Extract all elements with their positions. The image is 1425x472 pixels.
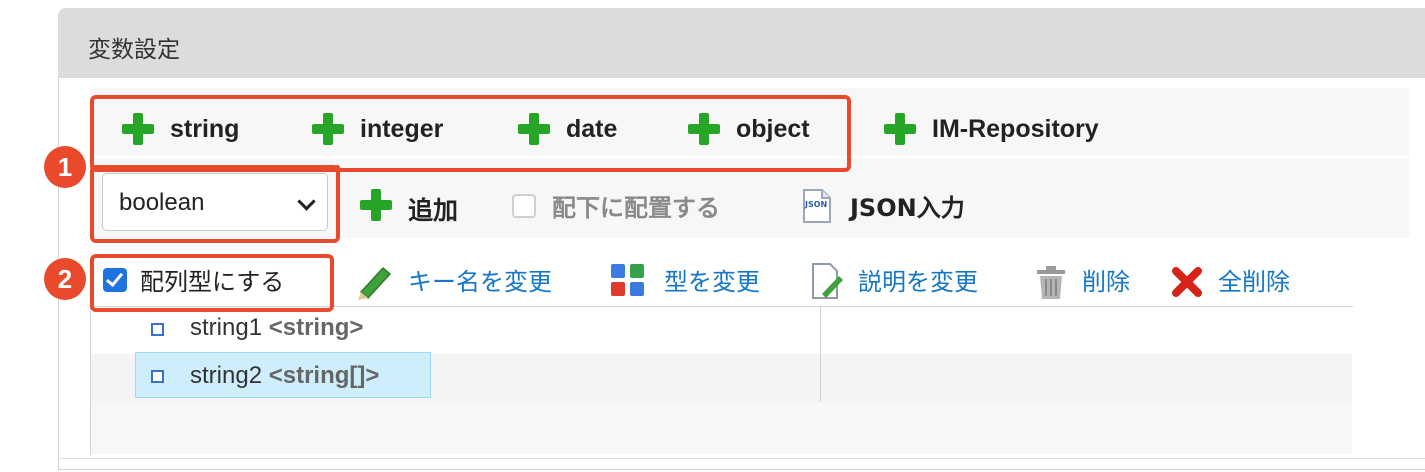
panel-bottom-border bbox=[58, 458, 1425, 459]
tree-node-icon bbox=[151, 323, 164, 336]
callout-joint bbox=[335, 165, 340, 171]
tree-node-type: <string> bbox=[268, 314, 364, 341]
plus-icon bbox=[884, 113, 916, 145]
delete-button[interactable]: 削除 bbox=[1082, 262, 1130, 297]
callout-number-2: 2 bbox=[44, 258, 86, 300]
place-under-checkbox[interactable] bbox=[512, 194, 536, 218]
callout-box-2 bbox=[90, 254, 334, 312]
change-type-icon bbox=[611, 264, 644, 296]
json-icon-text: JSON bbox=[804, 200, 827, 209]
add-label: 追加 bbox=[408, 196, 459, 225]
place-under-label: 配下に配置する bbox=[552, 194, 720, 222]
add-im-repository-label: IM-Repository bbox=[932, 115, 1099, 143]
edit-document-icon bbox=[812, 263, 843, 299]
close-icon bbox=[1172, 267, 1202, 297]
pencil-icon bbox=[358, 266, 392, 300]
tree-node-name: string1 bbox=[190, 314, 263, 341]
json-input-button[interactable]: JSON入力 bbox=[850, 188, 965, 223]
panel-header: 変数設定 bbox=[58, 8, 1425, 78]
callout-box-1b bbox=[90, 165, 340, 243]
panel-title: 変数設定 bbox=[88, 37, 180, 63]
change-description-button[interactable]: 説明を変更 bbox=[858, 262, 978, 297]
change-type-button[interactable]: 型を変更 bbox=[664, 262, 760, 297]
tree-empty-area bbox=[91, 402, 1352, 454]
tree-node-type: <string[]> bbox=[268, 362, 380, 389]
tree-node-name: string2 bbox=[190, 362, 263, 389]
callout-box-1a bbox=[90, 95, 851, 172]
delete-all-button[interactable]: 全削除 bbox=[1218, 262, 1290, 297]
callout-number-1: 1 bbox=[44, 146, 86, 188]
tree-node-string1[interactable]: string1 <string> bbox=[190, 314, 363, 342]
tree-column-divider bbox=[820, 306, 821, 402]
plus-icon bbox=[360, 189, 392, 221]
trash-icon bbox=[1037, 266, 1065, 299]
tree-node-string2[interactable]: string2 <string[]> bbox=[190, 362, 379, 390]
tree-node-icon bbox=[151, 370, 164, 383]
json-file-icon: JSON bbox=[803, 189, 831, 223]
rename-key-button[interactable]: キー名を変更 bbox=[408, 262, 552, 297]
